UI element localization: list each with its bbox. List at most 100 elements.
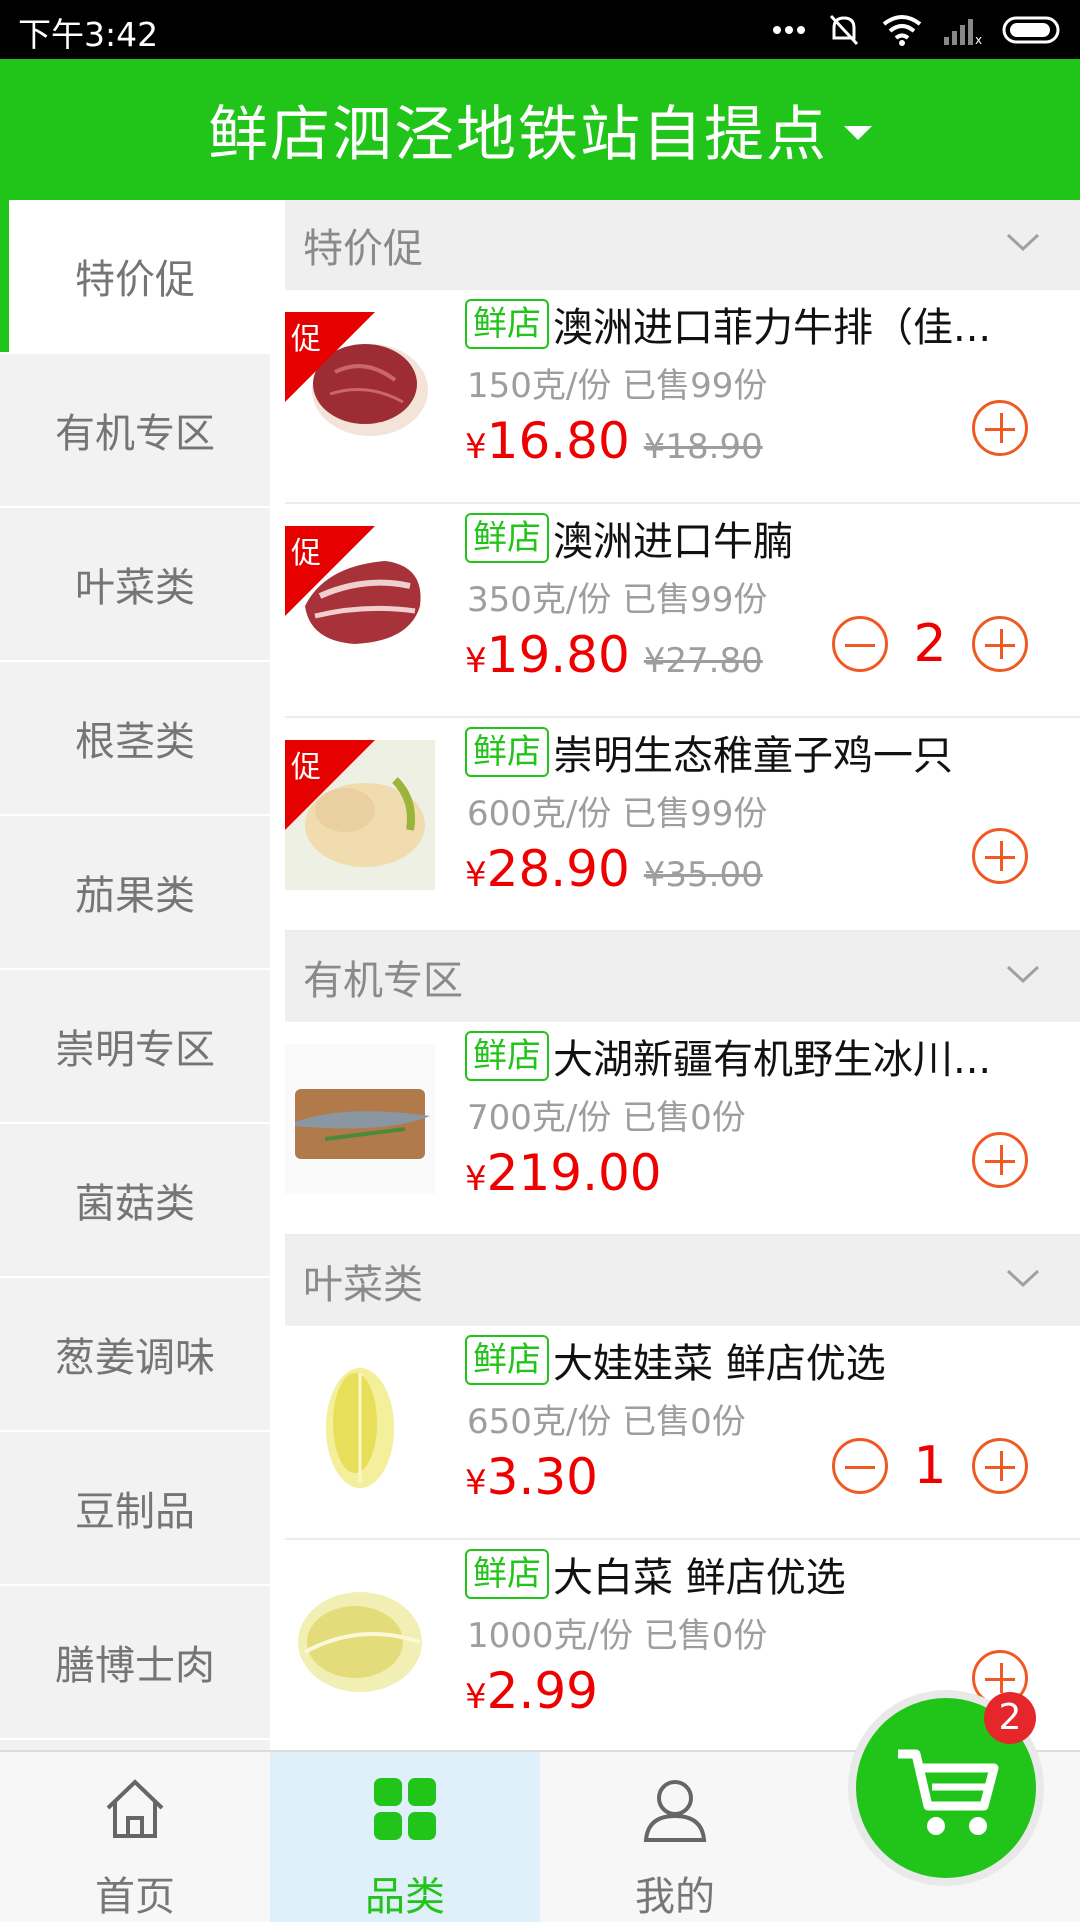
chevron-down-icon (1006, 965, 1040, 984)
add-to-cart-button[interactable] (972, 1132, 1028, 1188)
old-price: ¥35.00 (643, 855, 763, 895)
product-item[interactable]: 促 鲜店 崇明生态稚童子鸡一只 600克/份 已售99份 ¥28.90 ¥35.00 (285, 718, 1080, 932)
product-price: ¥28.90 ¥35.00 (465, 840, 763, 898)
add-to-cart-button[interactable] (972, 828, 1028, 884)
section-header[interactable]: 有机专区 (285, 932, 1080, 1022)
product-title: 鲜店 大湖新疆有机野生冰川... (465, 1028, 1065, 1084)
chevron-down-icon (1006, 1269, 1040, 1288)
product-spec: 150克/份 已售99份 (467, 366, 768, 406)
sidebar-item-fruit-veg[interactable]: 茄果类 (0, 816, 270, 970)
sidebar-item-label: 菌菇类 (75, 1181, 195, 1227)
product-image: 促 (285, 740, 435, 890)
price-value: 28.90 (486, 840, 630, 898)
product-image (285, 1562, 435, 1712)
chevron-down-icon (1006, 233, 1040, 252)
increase-quantity-button[interactable] (972, 616, 1028, 672)
section-title: 有机专区 (303, 958, 463, 1004)
decrease-quantity-button[interactable] (832, 616, 888, 672)
store-title: 鲜店泗泾地铁站自提点 (208, 100, 828, 170)
cart-icon (898, 1749, 999, 1835)
product-name: 澳洲进口菲力牛排（佳... (553, 305, 992, 351)
product-name: 大湖新疆有机野生冰川... (553, 1037, 992, 1083)
product-spec: 600克/份 已售99份 (467, 794, 768, 834)
product-item[interactable]: 促 鲜店 澳洲进口牛腩 350克/份 已售99份 ¥19.80 ¥27.80 2 (285, 504, 1080, 718)
sidebar-item-label: 膳博士肉 (55, 1643, 215, 1689)
status-icons: x (772, 10, 1066, 50)
sidebar-item-tofu[interactable]: 豆制品 (0, 1432, 270, 1586)
status-time: 下午3:42 (18, 15, 159, 54)
signal-icon: x (944, 19, 982, 45)
old-price: ¥18.90 (643, 427, 763, 467)
quantity-value: 2 (913, 614, 947, 674)
grid-icon (374, 1778, 436, 1840)
nav-mine-label: 我的 (635, 1874, 715, 1920)
battery-icon (1002, 16, 1060, 44)
category-sidebar: 特价促 有机专区 叶菜类 根茎类 茄果类 崇明专区 菌菇类 葱姜调味 豆制品 膳… (0, 200, 270, 1750)
product-price: ¥219.00 (465, 1144, 662, 1202)
shop-tag: 鲜店 (465, 299, 549, 349)
nav-mine[interactable]: 我的 (540, 1752, 810, 1922)
product-name: 澳洲进口牛腩 (553, 519, 793, 565)
promo-label: 促 (291, 750, 321, 785)
nav-category-label: 品类 (365, 1874, 445, 1920)
product-title: 鲜店 澳洲进口牛腩 (465, 510, 1065, 566)
shop-tag: 鲜店 (465, 513, 549, 563)
product-name: 大白菜 鲜店优选 (553, 1555, 846, 1601)
store-selector[interactable]: 鲜店泗泾地铁站自提点 (0, 59, 1080, 200)
add-to-cart-button[interactable] (972, 400, 1028, 456)
product-price: ¥19.80 ¥27.80 (465, 626, 763, 684)
product-item[interactable]: 鲜店 大娃娃菜 鲜店优选 650克/份 已售0份 ¥3.30 1 (285, 1326, 1080, 1540)
sidebar-item-meat[interactable]: 膳博士肉 (0, 1586, 270, 1740)
sidebar-item-label: 有机专区 (55, 411, 215, 457)
product-item[interactable]: 促 鲜店 澳洲进口菲力牛排（佳... 150克/份 已售99份 ¥16.80 ¥18… (285, 290, 1080, 504)
sidebar-item-seasoning[interactable]: 葱姜调味 (0, 1278, 270, 1432)
section-title: 特价促 (303, 226, 423, 272)
price-value: 3.30 (486, 1448, 598, 1506)
price-value: 219.00 (486, 1144, 662, 1202)
product-spec: 1000克/份 已售0份 (467, 1616, 768, 1656)
product-spec: 650克/份 已售0份 (467, 1402, 746, 1442)
svg-text:x: x (975, 33, 982, 45)
user-icon (643, 1780, 707, 1842)
quantity-control: 2 (832, 614, 1028, 674)
sidebar-item-root[interactable]: 根茎类 (0, 662, 270, 816)
product-list[interactable]: 特价促 促 鲜店 澳洲进口菲力牛排（佳... 150克/份 已售99份 ¥16.8… (285, 200, 1080, 1750)
sidebar-item-organic[interactable]: 有机专区 (0, 354, 270, 508)
sidebar-item-promo[interactable]: 特价促 (0, 200, 270, 354)
product-title: 鲜店 大娃娃菜 鲜店优选 (465, 1332, 1065, 1388)
status-bar: 下午3:42 x (0, 0, 1080, 59)
nav-home[interactable]: 首页 (0, 1752, 270, 1922)
product-title: 鲜店 崇明生态稚童子鸡一只 (465, 724, 1065, 780)
old-price: ¥27.80 (643, 641, 763, 681)
price-value: 19.80 (486, 626, 630, 684)
currency-symbol: ¥ (465, 641, 487, 681)
product-image: 促 (285, 312, 435, 462)
more-dots-icon (773, 26, 805, 34)
sidebar-item-label: 根茎类 (75, 719, 195, 765)
sidebar-item-chongming[interactable]: 崇明专区 (0, 970, 270, 1124)
shop-tag: 鲜店 (465, 1335, 549, 1385)
nav-category[interactable]: 品类 (270, 1752, 540, 1922)
currency-symbol: ¥ (465, 1463, 487, 1503)
shop-tag: 鲜店 (465, 1031, 549, 1081)
section-header[interactable]: 特价促 (285, 200, 1080, 290)
decrease-quantity-button[interactable] (832, 1438, 888, 1494)
quantity-control (972, 400, 1028, 456)
sidebar-item-mushroom[interactable]: 菌菇类 (0, 1124, 270, 1278)
sidebar-item-label: 特价促 (75, 257, 195, 303)
product-item[interactable]: 鲜店 大湖新疆有机野生冰川... 700克/份 已售0份 ¥219.00 (285, 1022, 1080, 1236)
cart-count-badge: 2 (984, 1692, 1036, 1744)
currency-symbol: ¥ (465, 427, 487, 467)
section-header[interactable]: 叶菜类 (285, 1236, 1080, 1326)
currency-symbol: ¥ (465, 1677, 487, 1717)
caret-down-icon (844, 125, 872, 140)
product-image (285, 1044, 435, 1194)
product-name: 崇明生态稚童子鸡一只 (553, 733, 953, 779)
currency-symbol: ¥ (465, 855, 487, 895)
product-price: ¥2.99 (465, 1662, 598, 1720)
promo-label: 促 (291, 536, 321, 571)
quantity-control (972, 1132, 1028, 1188)
increase-quantity-button[interactable] (972, 1438, 1028, 1494)
product-name: 大娃娃菜 鲜店优选 (553, 1341, 886, 1387)
sidebar-item-leafy[interactable]: 叶菜类 (0, 508, 270, 662)
